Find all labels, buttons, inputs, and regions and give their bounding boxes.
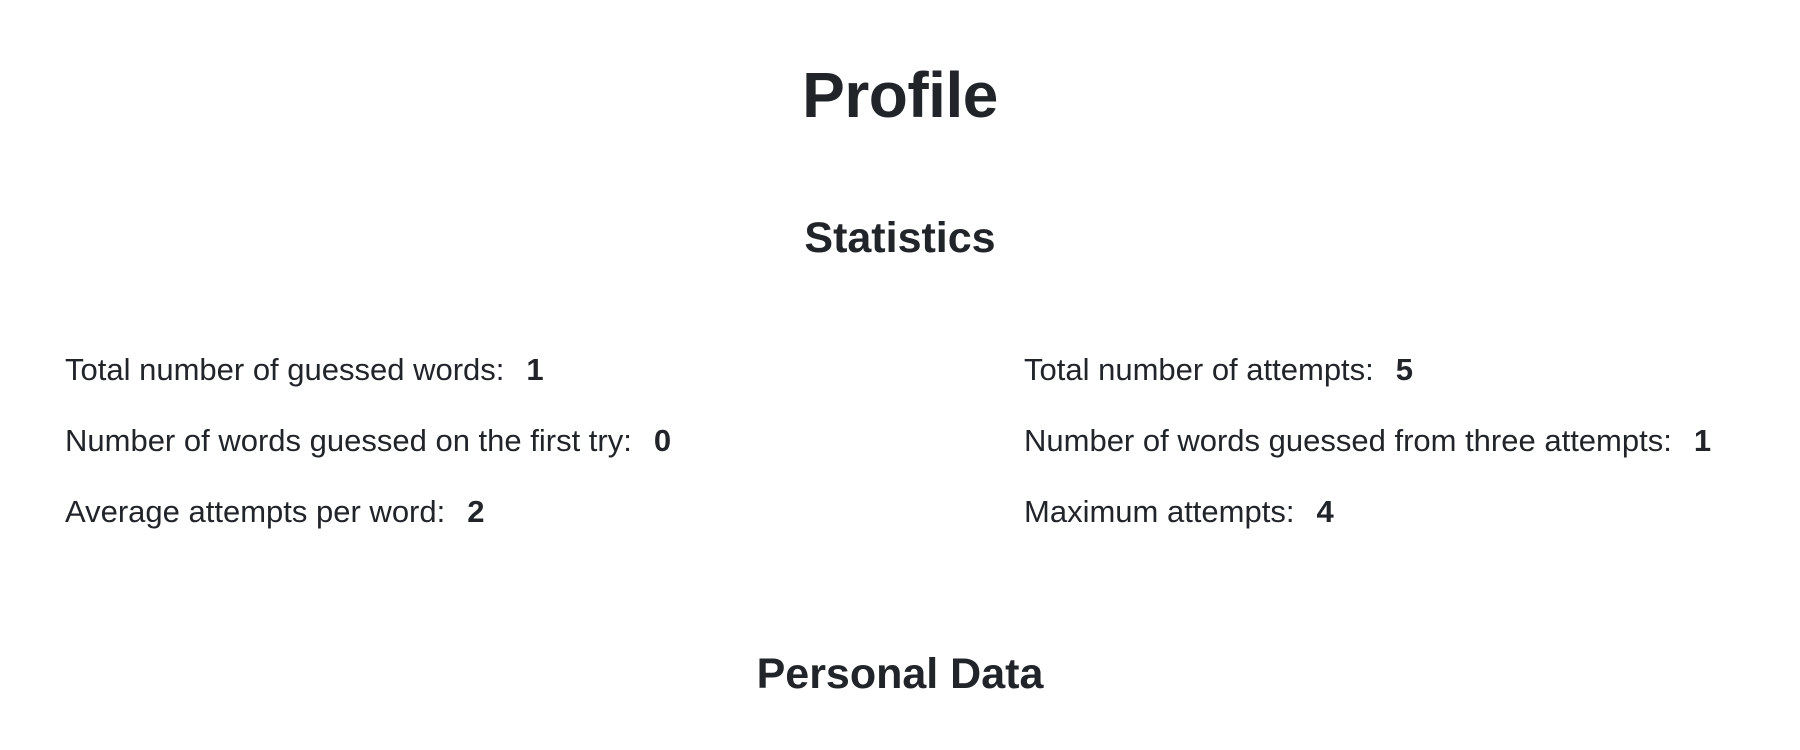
- stat-value: 5: [1395, 352, 1414, 387]
- stat-label: Average attempts per word:: [65, 494, 446, 529]
- stat-label: Total number of guessed words:: [65, 352, 505, 387]
- statistics-heading: Statistics: [804, 214, 996, 262]
- personal-data-heading: Personal Data: [756, 650, 1044, 698]
- statistics-left-column: Total number of guessed words: 1 Number o…: [65, 350, 671, 563]
- stat-label: Number of words guessed from three attem…: [1024, 423, 1672, 458]
- stat-value: 1: [1693, 423, 1712, 458]
- stat-first-try-words: Number of words guessed on the first try…: [65, 421, 671, 461]
- statistics-right-column: Total number of attempts: 5 Number of wor…: [1024, 350, 1711, 563]
- stat-three-attempt-words: Number of words guessed from three attem…: [1024, 421, 1711, 461]
- stat-maximum-attempts: Maximum attempts: 4: [1024, 492, 1711, 532]
- stat-value: 1: [526, 352, 544, 387]
- stat-label: Total number of attempts:: [1024, 352, 1374, 387]
- stat-average-attempts: Average attempts per word: 2: [65, 492, 671, 532]
- page-title: Profile: [802, 59, 998, 131]
- stat-label: Maximum attempts:: [1024, 494, 1295, 529]
- stat-value: 4: [1316, 494, 1334, 529]
- stat-label: Number of words guessed on the first try…: [65, 423, 632, 458]
- stat-total-guessed-words: Total number of guessed words: 1: [65, 350, 671, 390]
- stat-value: 0: [653, 423, 672, 458]
- stat-total-attempts: Total number of attempts: 5: [1024, 350, 1711, 390]
- stat-value: 2: [467, 494, 485, 529]
